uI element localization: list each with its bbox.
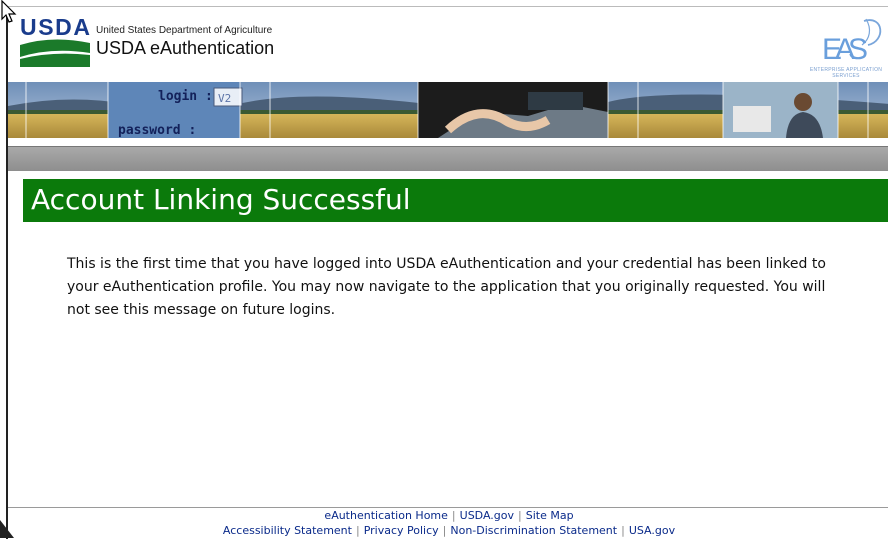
- footer-link-site-map[interactable]: Site Map: [526, 509, 574, 522]
- banner-password-label: password :: [118, 123, 196, 138]
- window-corner-decoration: [0, 520, 14, 538]
- app-title: USDA eAuthentication: [96, 38, 275, 58]
- banner-login-value: V2: [218, 92, 231, 105]
- footer-separator: |: [442, 524, 447, 537]
- header-banner-image: login : V2 password :: [8, 82, 888, 138]
- footer-link-privacy[interactable]: Privacy Policy: [364, 524, 439, 537]
- footer-link-usa-gov[interactable]: USA.gov: [629, 524, 675, 537]
- success-message: This is the first time that you have log…: [67, 256, 826, 318]
- footer-divider: [8, 507, 888, 508]
- page-title: Account Linking Successful: [31, 183, 411, 216]
- browser-page: USDA United States Department of Agricul…: [6, 6, 888, 539]
- eas-subtitle: ENTERPRISE APPLICATION SERVICES: [809, 67, 883, 79]
- eas-logo-text: EAS: [822, 33, 868, 66]
- banner-login-label: login :: [158, 89, 213, 104]
- footer-link-accessibility[interactable]: Accessibility Statement: [223, 524, 352, 537]
- footer-link-eauth-home[interactable]: eAuthentication Home: [324, 509, 448, 522]
- footer-separator: |: [451, 509, 456, 522]
- usda-logo-text: USDA: [20, 14, 90, 40]
- footer-link-usda-gov[interactable]: USDA.gov: [460, 509, 514, 522]
- department-name: United States Department of Agriculture: [96, 25, 273, 36]
- mouse-cursor-icon: [1, 0, 17, 23]
- usda-logo[interactable]: USDA: [18, 13, 92, 69]
- footer-links-primary: eAuthentication Home | USDA.gov | Site Map: [8, 509, 888, 522]
- footer-links-secondary: Accessibility Statement | Privacy Policy | N…: [8, 524, 888, 537]
- footer-link-non-discrimination[interactable]: Non-Discrimination Statement: [450, 524, 617, 537]
- footer-separator: |: [355, 524, 360, 537]
- title-bar: Account Linking Successful: [23, 179, 888, 222]
- footer-separator: |: [518, 509, 522, 522]
- site-header: USDA United States Department of Agricul…: [8, 7, 888, 82]
- footer-separator: |: [621, 524, 625, 537]
- navigation-bar: [8, 146, 888, 171]
